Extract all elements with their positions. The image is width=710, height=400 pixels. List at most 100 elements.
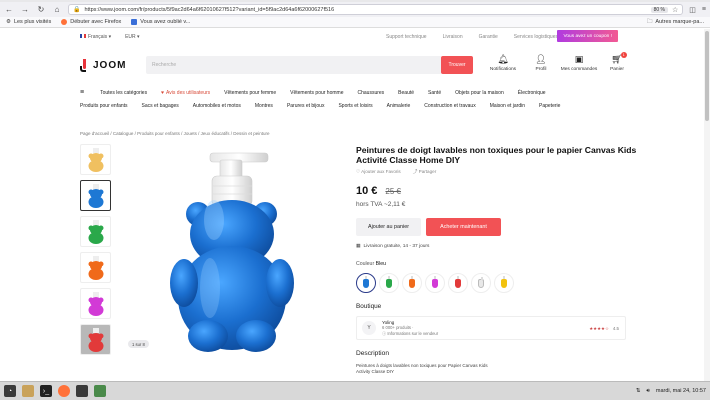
color-swatch[interactable] (402, 273, 422, 293)
share-icon: ⤴ (412, 169, 418, 174)
add-favorite-button[interactable]: ♡ Ajouter aux Favoris (356, 169, 401, 175)
folder-icon: 🗀 (646, 18, 653, 25)
category-link[interactable]: Construction et travaux (424, 103, 475, 109)
category-link[interactable]: Parures et bijoux (287, 103, 325, 109)
link-warranty[interactable]: Garantie (479, 34, 498, 40)
category-link[interactable]: Avis des utilisateurs (166, 90, 210, 96)
category-link[interactable]: Animalerie (387, 103, 411, 109)
main-product-image[interactable] (150, 148, 320, 358)
bottle-icon (88, 291, 103, 316)
terminal-icon[interactable]: ›_ (40, 385, 52, 397)
cart-button[interactable]: 🛒︎ 1 Panier (598, 52, 636, 72)
category-link[interactable]: Produits pour enfants (80, 103, 128, 109)
bottle-icon (363, 275, 369, 288)
profile-button[interactable]: 👤︎ Profil (522, 54, 560, 72)
category-link[interactable]: Électronique (518, 90, 546, 96)
paint-bottle-illustration (170, 152, 294, 352)
clock[interactable]: mardi, mai 24, 10:57 (656, 388, 706, 394)
menu-icon[interactable]: ≡ (702, 6, 706, 14)
color-swatch[interactable] (379, 273, 399, 293)
category-link[interactable]: Santé (428, 90, 441, 96)
joom-logo[interactable]: JOOM (80, 59, 126, 72)
bookmark-getting-started[interactable]: Débuter avec Firefox (61, 19, 121, 25)
os-taskbar: ◔ ›_ ⇅ 🔊︎ mardi, mai 24, 10:57 (0, 381, 710, 400)
bottle-icon (88, 255, 103, 280)
category-link[interactable]: Papeterie (539, 103, 560, 109)
add-to-cart-button[interactable]: Ajouter au panier (356, 218, 421, 236)
home-icon[interactable]: ⌂ (52, 5, 62, 15)
bookmark-most-visited[interactable]: ⚙ Les plus visités (6, 19, 51, 25)
color-value: Bleu (375, 261, 387, 267)
category-link[interactable]: Beauté (398, 90, 414, 96)
link-support[interactable]: Support technique (386, 34, 427, 40)
bookmark-forgot[interactable]: Vous avez oublié v... (131, 19, 190, 25)
thumbnail[interactable] (80, 252, 111, 283)
old-price: 25 € (385, 187, 401, 196)
bottle-icon (386, 275, 392, 288)
lock-icon: 🔒 (73, 7, 81, 13)
start-menu-icon[interactable]: ◔ (4, 385, 16, 397)
category-link[interactable]: Vêtements pour homme (290, 90, 343, 96)
scrollbar-thumb[interactable] (705, 31, 709, 121)
category-link[interactable]: Montres (255, 103, 273, 109)
currency-selector[interactable]: EUR ▾ (125, 34, 139, 40)
bookmark-favicon-icon (131, 19, 138, 25)
bottle-icon (88, 327, 103, 352)
cart-icon: 🛒︎ 1 (611, 52, 627, 65)
link-logistics[interactable]: Services logistiques (514, 34, 558, 40)
search-input[interactable]: Recherche (146, 56, 442, 74)
share-button[interactable]: ⤴ Partager (413, 169, 437, 175)
category-link[interactable]: Vêtements pour femme (224, 90, 276, 96)
forward-icon[interactable]: → (20, 5, 30, 15)
document-icon[interactable] (94, 385, 106, 397)
file-manager-icon[interactable] (22, 385, 34, 397)
thumbnail[interactable] (80, 144, 111, 175)
link-delivery[interactable]: Livraison (443, 34, 463, 40)
color-swatch[interactable] (425, 273, 445, 293)
bottle-icon (409, 275, 415, 288)
thumbnail[interactable] (80, 180, 111, 211)
category-link[interactable]: Toutes les catégories (100, 90, 147, 96)
color-swatch[interactable] (448, 273, 468, 293)
url-text: https://www.joom.com/fr/products/5f9ac2d… (84, 6, 335, 13)
notifications-button[interactable]: 🔔︎ Notifications (484, 54, 522, 72)
shop-rating: ★★★★☆ 4.5 (589, 326, 619, 331)
network-icon[interactable]: ⇅ (636, 388, 641, 394)
orders-button[interactable]: ▣ Mes commandes (560, 54, 598, 72)
breadcrumb[interactable]: Page d'accueil / Catalogue / Produits po… (80, 131, 269, 136)
bottle-icon (478, 276, 484, 288)
firefox-taskbar-icon[interactable] (58, 385, 70, 397)
address-bar[interactable]: 🔒 https://www.joom.com/fr/products/5f9ac… (68, 4, 684, 15)
thumbnail[interactable] (80, 288, 111, 319)
search-button[interactable]: Trouver (441, 56, 473, 74)
thumbnail[interactable] (80, 216, 111, 247)
app-icon[interactable] (76, 385, 88, 397)
bell-icon: 🔔︎ (497, 54, 509, 64)
category-link[interactable]: Sports et loisirs (338, 103, 372, 109)
category-link[interactable]: Automobiles et motos (193, 103, 241, 109)
bottle-icon (432, 275, 438, 288)
category-link[interactable]: Sacs et bagages (142, 103, 179, 109)
shop-card[interactable]: Y Yoling 6 000+ produits · ⓘ Information… (356, 316, 626, 340)
category-nav: ≡ Toutes les catégories ♥ Avis des utilisat… (80, 86, 640, 112)
heart-icon: ♥ (161, 89, 165, 96)
volume-icon[interactable]: 🔊︎ (646, 388, 649, 395)
buy-now-button[interactable]: Acheter maintenant (426, 218, 501, 236)
bookmark-other[interactable]: 🗀 Autres marque-pa... (647, 18, 704, 27)
reload-icon[interactable]: ↻ (36, 5, 46, 15)
color-swatch[interactable] (356, 273, 376, 293)
language-selector[interactable]: Français ▾ (80, 33, 111, 40)
back-icon[interactable]: ← (4, 5, 14, 15)
category-link[interactable]: Maison et jardin (490, 103, 525, 109)
seller-info-link[interactable]: ⓘ Informations sur le vendeur (382, 331, 438, 337)
page-scrollbar[interactable] (704, 29, 710, 381)
zoom-level[interactable]: 80 % (650, 6, 668, 13)
category-link[interactable]: Objets pour la maison (455, 90, 504, 96)
coupon-banner[interactable]: Vous avez un coupon ! (557, 30, 618, 42)
pocket-icon[interactable]: ◫ (689, 6, 696, 14)
category-link[interactable]: Chaussures (357, 90, 384, 96)
color-swatch[interactable] (494, 273, 514, 293)
color-swatch[interactable] (471, 273, 491, 293)
bookmark-star-icon[interactable]: ☆ (672, 6, 678, 14)
thumbnail[interactable] (80, 324, 111, 355)
